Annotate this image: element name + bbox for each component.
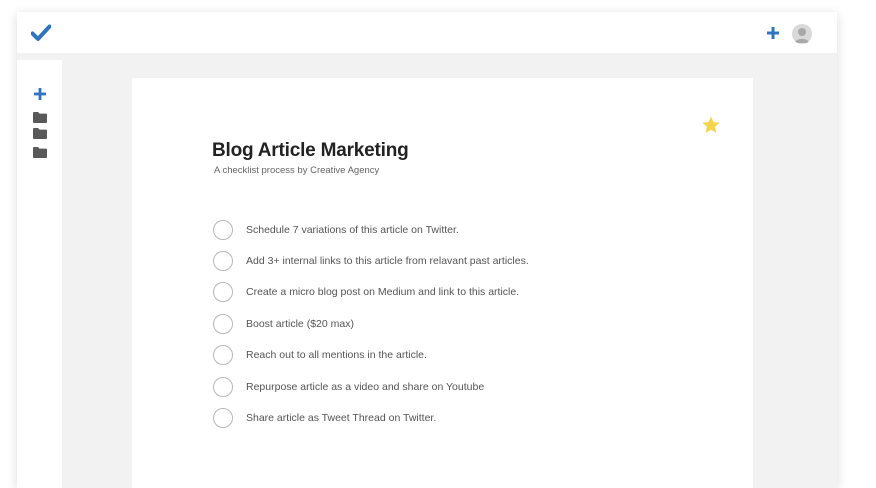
folder-icon xyxy=(33,112,47,123)
checklist-item[interactable]: Boost article ($20 max) xyxy=(213,313,633,335)
favorite-star-icon[interactable] xyxy=(701,115,721,135)
add-button[interactable] xyxy=(765,25,781,41)
folder-icon xyxy=(33,128,47,139)
checklist-item-label: Boost article ($20 max) xyxy=(246,318,354,330)
top-bar xyxy=(17,12,837,53)
sidebar-folder-2[interactable] xyxy=(33,128,47,139)
checklist-item[interactable]: Create a micro blog post on Medium and l… xyxy=(213,281,633,303)
checkbox-circle[interactable] xyxy=(213,220,233,240)
app-window: Blog Article Marketing A checklist proce… xyxy=(17,12,837,488)
checklist-card: Blog Article Marketing A checklist proce… xyxy=(132,78,753,488)
folder-icon xyxy=(33,147,47,158)
checklist-item-label: Repurpose article as a video and share o… xyxy=(246,381,485,393)
checkbox-circle[interactable] xyxy=(213,408,233,428)
checklist-item[interactable]: Repurpose article as a video and share o… xyxy=(213,376,633,398)
checklist-item-label: Create a micro blog post on Medium and l… xyxy=(246,286,520,298)
plus-icon xyxy=(34,88,46,100)
checkbox-circle[interactable] xyxy=(213,377,233,397)
checkbox-circle[interactable] xyxy=(213,314,233,334)
checklist-item-label: Schedule 7 variations of this article on… xyxy=(246,224,459,236)
sidebar-add-button[interactable] xyxy=(33,87,47,101)
sidebar xyxy=(17,60,62,488)
checkbox-circle[interactable] xyxy=(213,345,233,365)
checkmark-icon xyxy=(31,24,51,41)
user-avatar-icon xyxy=(794,28,810,43)
checkbox-circle[interactable] xyxy=(213,282,233,302)
checklist-item[interactable]: Schedule 7 variations of this article on… xyxy=(213,219,633,241)
sidebar-folder-1[interactable] xyxy=(33,112,47,123)
plus-icon xyxy=(767,27,779,39)
sidebar-folder-3[interactable] xyxy=(33,147,47,158)
checklist-item-label: Reach out to all mentions in the article… xyxy=(246,349,427,361)
checkbox-circle[interactable] xyxy=(213,251,233,271)
avatar[interactable] xyxy=(792,24,812,44)
checklist-item-label: Share article as Tweet Thread on Twitter… xyxy=(246,412,437,424)
checklist-item[interactable]: Add 3+ internal links to this article fr… xyxy=(213,250,633,272)
checklist-subtitle: A checklist process by Creative Agency xyxy=(214,165,380,176)
checklist-item[interactable]: Share article as Tweet Thread on Twitter… xyxy=(213,407,633,429)
checklist-title: Blog Article Marketing xyxy=(212,140,409,161)
checklist-item[interactable]: Reach out to all mentions in the article… xyxy=(213,344,633,366)
checklist-item-label: Add 3+ internal links to this article fr… xyxy=(246,255,529,267)
